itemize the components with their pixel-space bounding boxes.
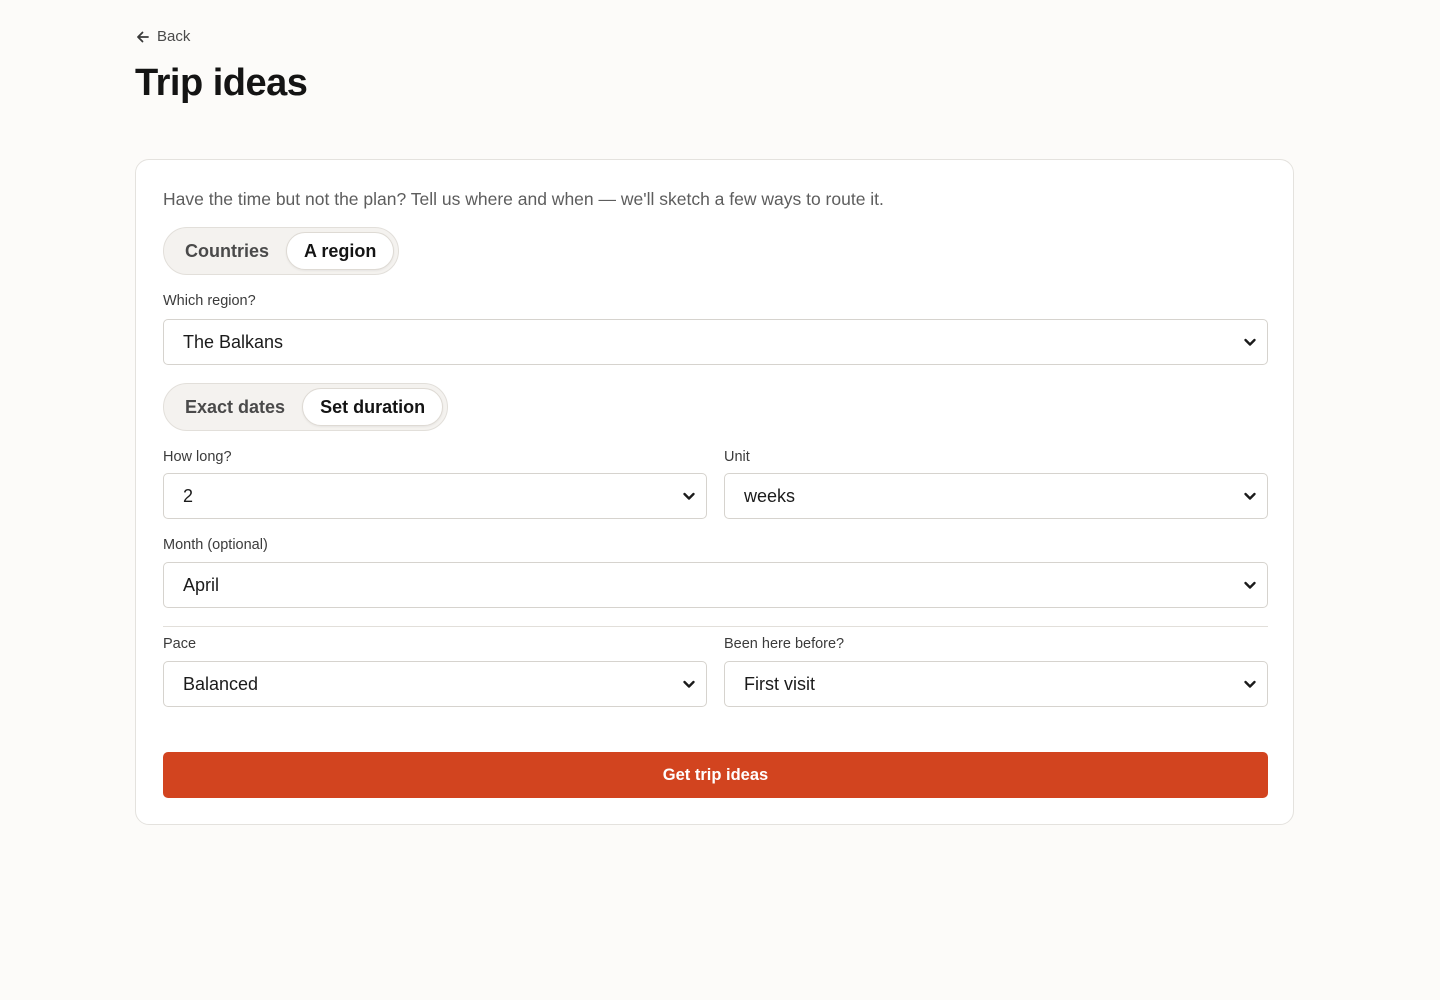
- time-toggle: Exact dates Set duration: [163, 383, 449, 431]
- how-long-value: 2: [183, 485, 194, 506]
- month-select[interactable]: April: [163, 562, 1268, 608]
- form-intro: Have the time but not the plan? Tell us …: [163, 189, 884, 209]
- pace-value: Balanced: [183, 673, 259, 694]
- been-before-value: First visit: [744, 673, 815, 694]
- trip-form-card: Have the time but not the plan? Tell us …: [135, 159, 1294, 825]
- scope-option-countries[interactable]: Countries: [168, 232, 286, 270]
- section-divider: [163, 626, 1268, 627]
- region-value: The Balkans: [183, 331, 284, 352]
- chevron-down-icon: [1244, 581, 1256, 589]
- unit-label: Unit: [724, 449, 750, 465]
- chevron-down-icon: [683, 680, 695, 688]
- how-long-label: How long?: [163, 449, 232, 465]
- arrow-left-icon: [137, 31, 149, 42]
- pace-select[interactable]: Balanced: [163, 661, 707, 707]
- unit-select[interactable]: weeks: [724, 473, 1268, 519]
- how-long-select[interactable]: 2: [163, 473, 707, 519]
- chevron-down-icon: [1244, 492, 1256, 500]
- month-value: April: [183, 574, 220, 595]
- region-select[interactable]: The Balkans: [163, 319, 1268, 365]
- scope-option-region[interactable]: A region: [286, 232, 395, 270]
- region-label: Which region?: [163, 293, 256, 309]
- time-option-exact-dates[interactable]: Exact dates: [168, 388, 302, 426]
- month-label: Month (optional): [163, 537, 268, 553]
- get-trip-ideas-button[interactable]: Get trip ideas: [163, 752, 1268, 798]
- back-link[interactable]: Back: [135, 28, 190, 45]
- pace-label: Pace: [163, 636, 197, 652]
- time-option-set-duration[interactable]: Set duration: [302, 388, 444, 426]
- unit-value: weeks: [744, 485, 796, 506]
- page-title: Trip ideas: [135, 62, 308, 104]
- page: Back Trip ideas Have the time but not th…: [0, 0, 1440, 1000]
- back-label: Back: [157, 28, 191, 45]
- chevron-down-icon: [683, 492, 695, 500]
- chevron-down-icon: [1244, 680, 1256, 688]
- been-before-select[interactable]: First visit: [724, 661, 1268, 707]
- chevron-down-icon: [1244, 338, 1256, 346]
- been-before-label: Been here before?: [724, 636, 845, 652]
- scope-toggle: Countries A region: [163, 227, 400, 275]
